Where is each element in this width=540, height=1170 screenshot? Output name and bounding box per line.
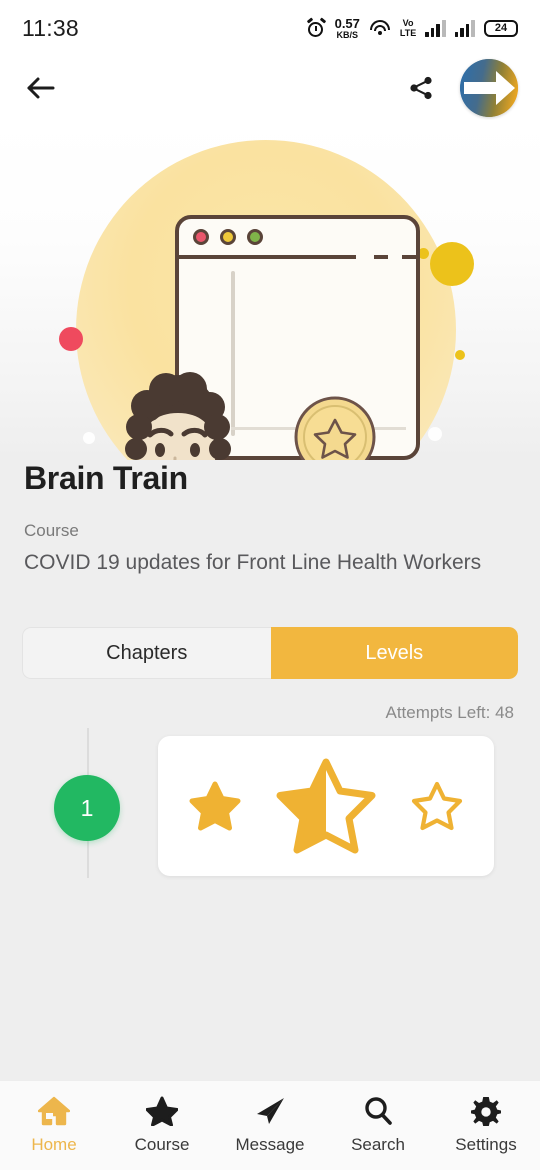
volte-top-label: Vo [402,17,414,28]
nav-label-message: Message [235,1135,305,1154]
level-number-label: 1 [80,794,94,821]
decorative-dot-red [59,327,83,351]
medal-award-icon [294,396,376,460]
nav-label-search: Search [351,1135,405,1154]
course-type-label: Course [24,521,79,540]
course-description: COVID 19 updates for Front Line Health W… [24,551,482,574]
network-speed-value: 0.57 [334,15,360,31]
decorative-dot-white-2 [428,427,442,441]
gear-icon [470,1096,502,1126]
star-half-icon [276,758,376,854]
battery-level-label: 24 [494,22,508,34]
user-avatar-logo [460,59,518,117]
student-character-graphic [125,372,231,460]
level-number-badge[interactable]: 1 [54,775,120,841]
nav-item-course[interactable]: Course [108,1096,216,1155]
back-button[interactable] [22,69,60,107]
decorative-dot-gold-large [430,242,474,286]
decorative-dot-gold-small-2 [455,350,465,360]
status-icons: 0.57 KB/S Vo LTE 24 [306,16,518,40]
share-button[interactable] [404,71,438,105]
volte-icon: Vo LTE [399,17,417,38]
network-speed-unit: KB/S [336,29,358,40]
signal-bars-icon-sim2 [454,19,475,37]
app-bar-actions [404,59,518,117]
share-icon [410,76,432,100]
tab-chapters[interactable]: Chapters [22,627,271,679]
star-outline-icon [412,781,463,831]
nav-item-home[interactable]: Home [0,1096,108,1155]
paper-plane-icon [254,1096,286,1126]
wifi-icon [369,19,391,37]
nav-item-settings[interactable]: Settings [432,1096,540,1155]
nav-item-message[interactable]: Message [216,1096,324,1155]
status-bar: 11:38 0.57 KB/S Vo LTE 24 [0,0,540,56]
hero-illustration [0,120,540,460]
bottom-navigation: Home Course Message Search Settings [0,1080,540,1170]
page-title: Brain Train [24,460,188,496]
alarm-icon [306,16,326,38]
tab-levels[interactable]: Levels [270,627,518,679]
network-speed-indicator: 0.57 KB/S [335,17,360,40]
decorative-dot-white-1 [83,432,95,444]
back-arrow-icon [27,77,55,99]
level-card[interactable] [158,736,494,876]
content-tabs: Chapters Levels [22,627,518,679]
nav-label-settings: Settings [455,1135,517,1154]
app-screen: 11:38 0.57 KB/S Vo LTE 24 Brain Train Co… [0,0,540,1170]
battery-icon: 24 [484,19,518,37]
nav-item-search[interactable]: Search [324,1096,432,1155]
star-filled-icon [189,781,241,831]
star-icon [146,1096,178,1126]
home-icon [38,1096,70,1126]
magnifier-icon [362,1096,394,1126]
nav-label-course: Course [134,1135,190,1154]
avatar[interactable] [460,59,518,117]
volte-bottom-label: LTE [399,27,417,38]
traffic-lights-icon [193,229,263,245]
nav-label-home: Home [31,1135,77,1154]
attempts-left-label: Attempts Left: 48 [385,703,514,722]
app-bar [0,56,540,120]
status-time: 11:38 [22,14,79,41]
signal-bars-icon-sim1 [425,19,446,37]
course-info: Brain Train Course COVID 19 updates for … [0,460,540,575]
